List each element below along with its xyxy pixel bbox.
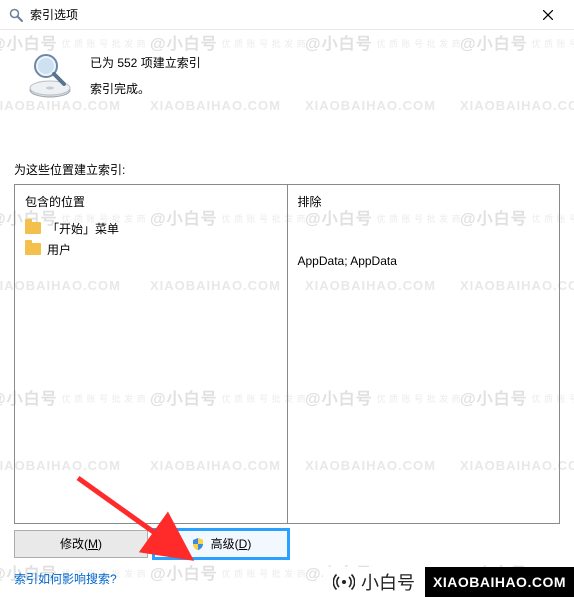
content-area: 已为 552 项建立索引 索引完成。 为这些位置建立索引: 包含的位置 「开始」… (0, 30, 574, 587)
button-row: 修改(M) 高级(D) (14, 530, 560, 558)
excluded-header: 排除 (298, 193, 550, 210)
window-title: 索引选项 (30, 6, 528, 23)
locations-panel: 包含的位置 「开始」菜单 用户 排除 AppData; AppData (14, 184, 560, 524)
footer-cn-text: 小白号 (361, 569, 415, 595)
button-label: 高级(D) (211, 535, 252, 552)
list-item[interactable]: 「开始」菜单 (25, 220, 277, 237)
location-label: 「开始」菜单 (47, 220, 119, 237)
indexing-status-line: 索引完成。 (90, 76, 201, 102)
magnifier-disk-icon (24, 48, 76, 100)
location-label: 用户 (47, 241, 71, 258)
folder-icon (25, 222, 41, 234)
footer-badge-left: 小白号 (323, 567, 425, 597)
modify-button[interactable]: 修改(M) (14, 530, 148, 558)
button-label: 修改(M) (60, 535, 102, 552)
footer-badge: 小白号 XIAOBAIHAO.COM (323, 567, 574, 597)
broadcast-icon (333, 571, 355, 593)
status-text: 已为 552 项建立索引 索引完成。 (90, 48, 201, 103)
locations-label: 为这些位置建立索引: (14, 161, 560, 178)
included-header: 包含的位置 (25, 193, 277, 210)
indexed-count-line: 已为 552 项建立索引 (90, 50, 201, 76)
included-column: 包含的位置 「开始」菜单 用户 (15, 185, 288, 523)
footer-url: XIAOBAIHAO.COM (425, 567, 574, 597)
advanced-button[interactable]: 高级(D) (154, 530, 288, 558)
status-row: 已为 552 项建立索引 索引完成。 (14, 48, 560, 103)
close-button[interactable] (528, 1, 568, 29)
help-link[interactable]: 索引如何影响搜索? (14, 570, 117, 587)
excluded-text: AppData; AppData (298, 254, 550, 268)
shield-icon (191, 537, 205, 551)
folder-icon (25, 243, 41, 255)
list-item[interactable]: 用户 (25, 241, 277, 258)
search-options-icon (8, 7, 24, 23)
excluded-column: 排除 AppData; AppData (288, 185, 560, 523)
titlebar: 索引选项 (0, 0, 574, 30)
